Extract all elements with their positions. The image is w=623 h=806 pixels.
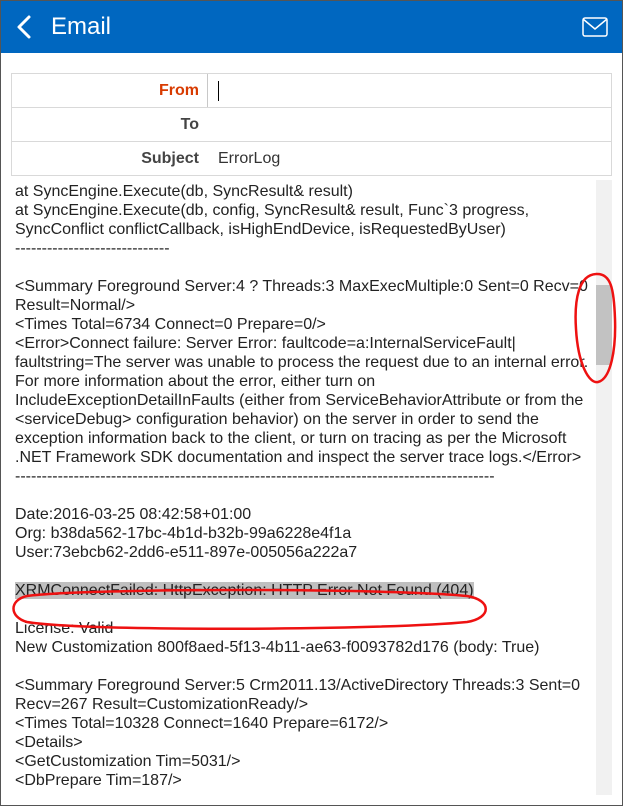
titlebar: Email [1,1,622,53]
to-input[interactable] [207,108,611,141]
mail-icon[interactable] [582,17,608,37]
header-fields: From To Subject ErrorLog [1,53,622,176]
message-body[interactable]: at SyncEngine.Execute(db, SyncResult& re… [11,180,596,795]
scrollbar-thumb[interactable] [596,285,612,365]
text-caret [218,81,219,101]
subject-input[interactable]: ErrorLog [207,142,611,175]
from-label: From [12,74,207,107]
app-title: Email [51,13,582,41]
subject-label: Subject [12,142,207,175]
to-label: To [12,108,207,141]
scrollbar-track[interactable] [596,180,612,795]
from-row: From [11,73,612,108]
subject-row: Subject ErrorLog [11,142,612,176]
body-wrap: at SyncEngine.Execute(db, SyncResult& re… [11,180,612,795]
back-icon[interactable] [15,13,35,41]
from-input[interactable] [207,74,611,107]
to-row: To [11,108,612,142]
highlighted-error: XRMConnectFailed: HttpException: HTTP Er… [15,582,474,599]
